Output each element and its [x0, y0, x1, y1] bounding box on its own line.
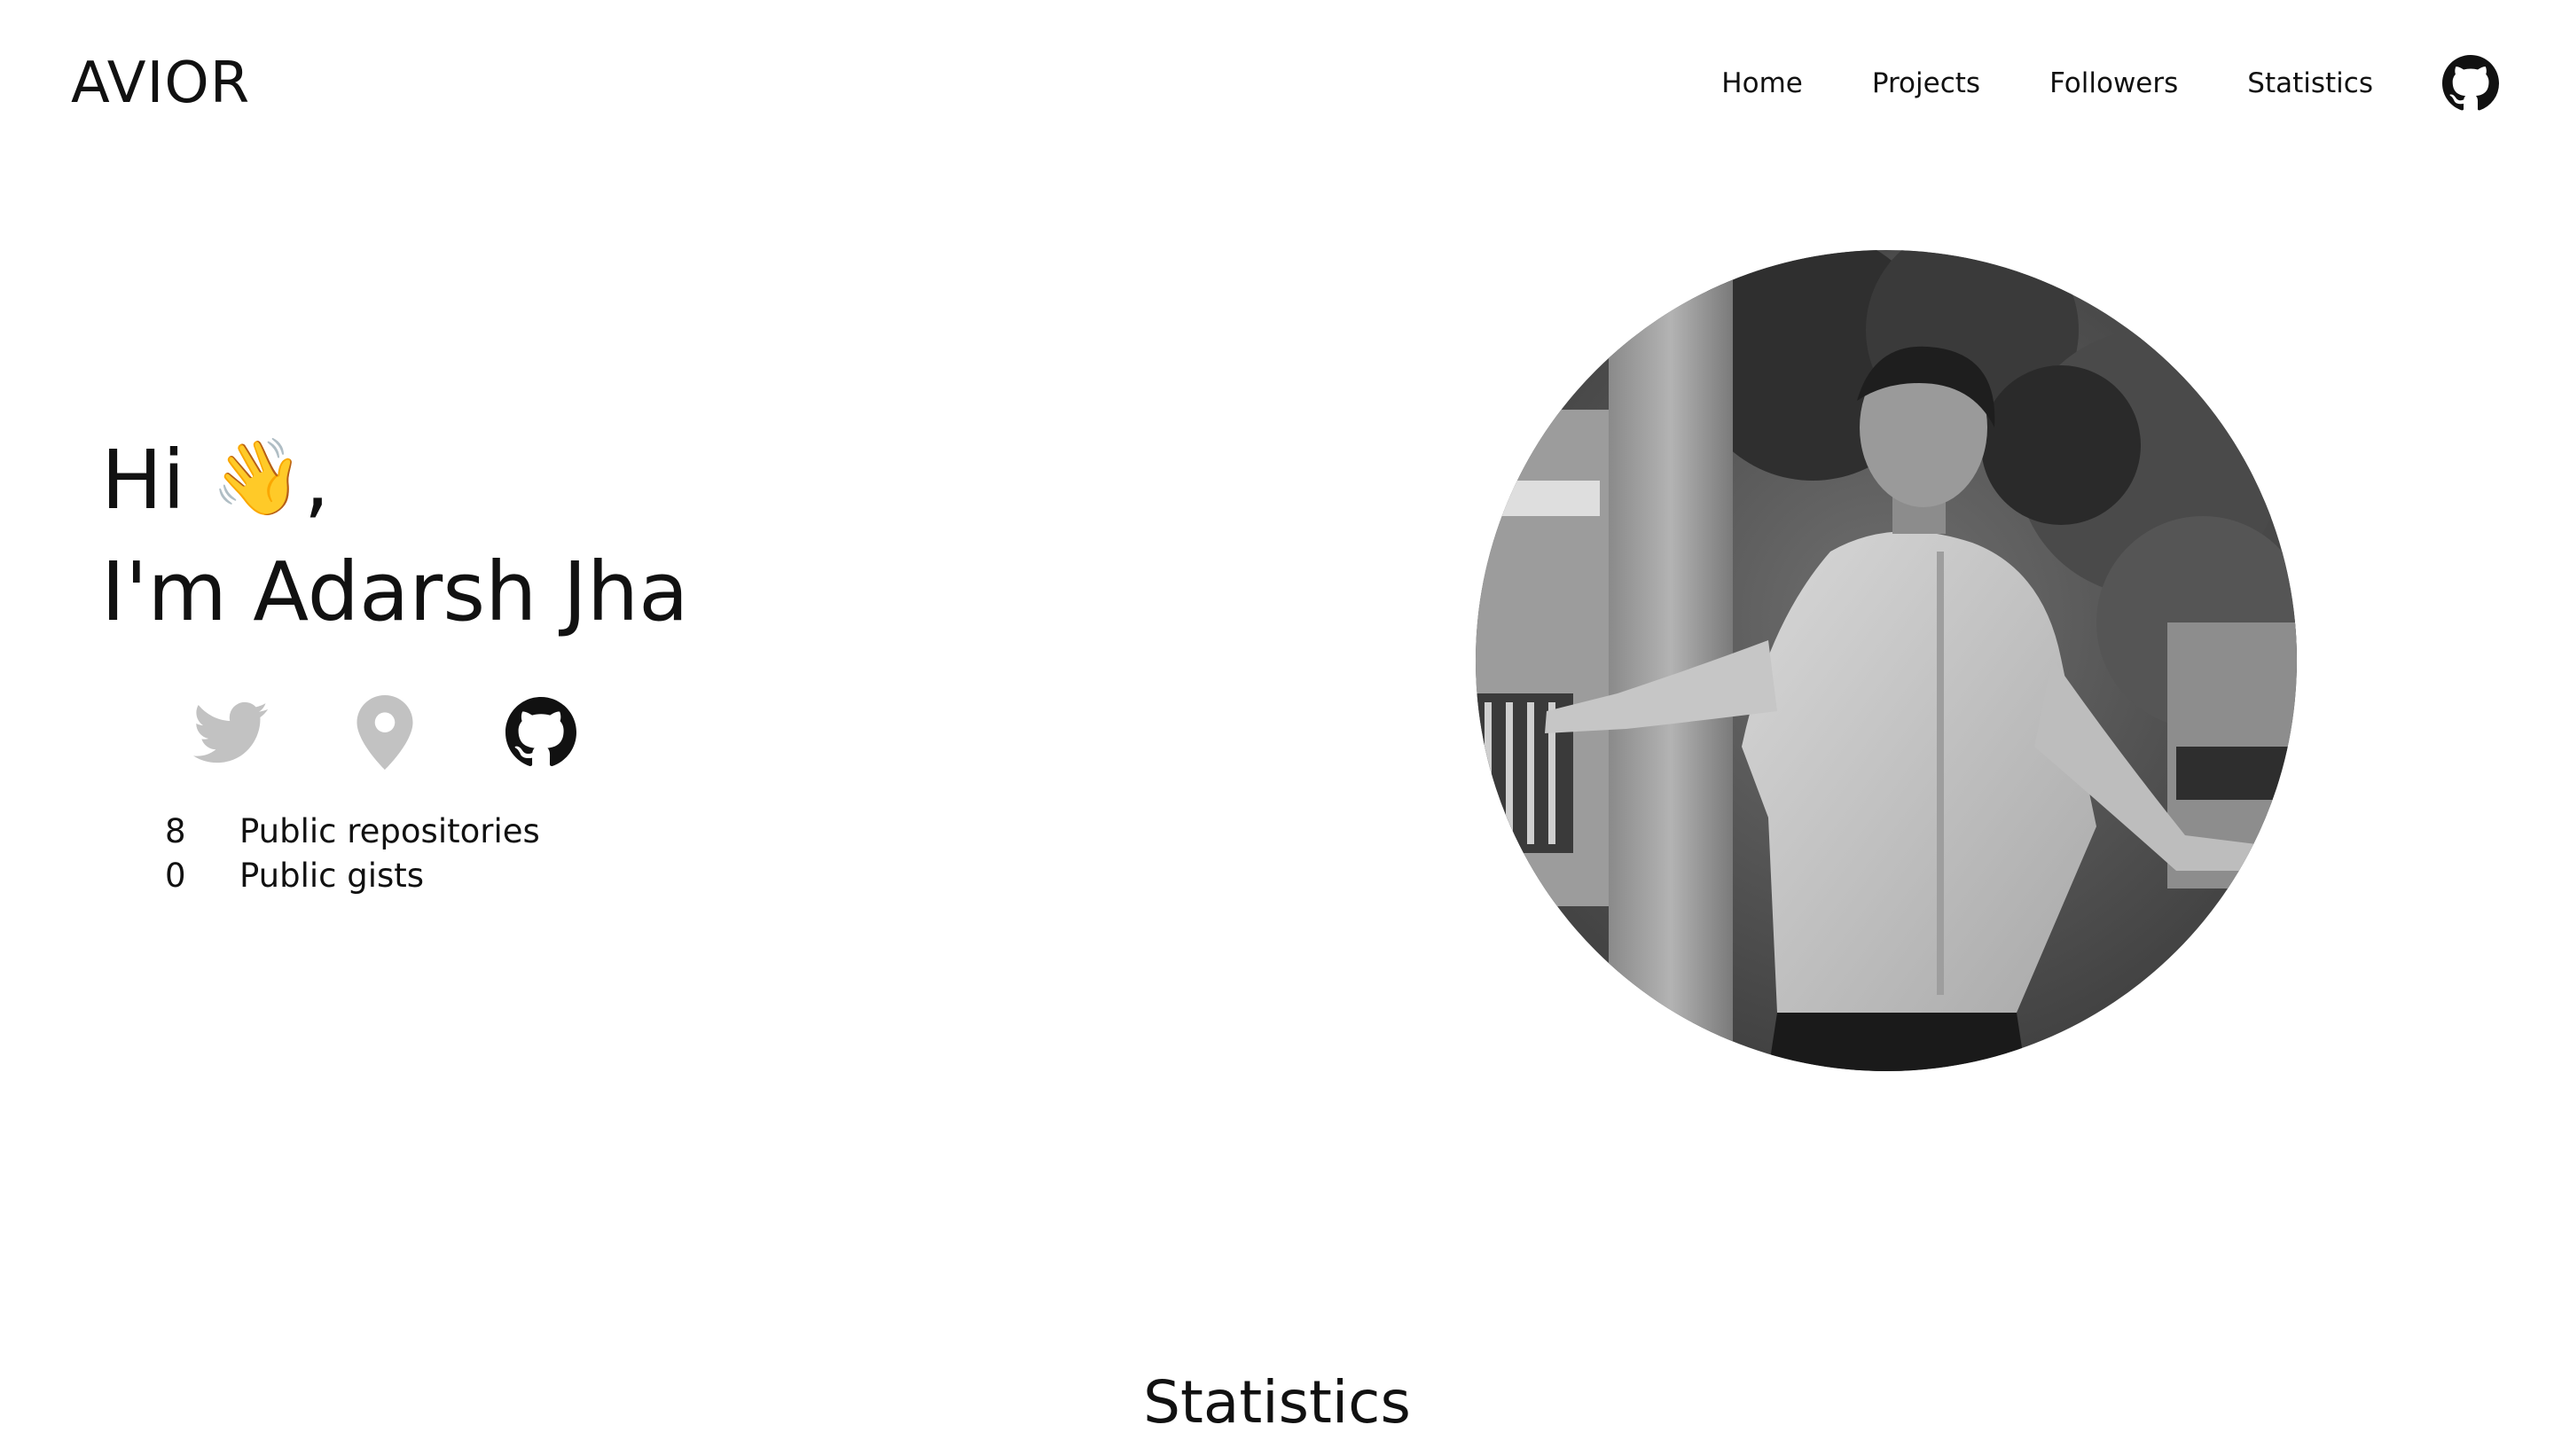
greeting-text: Hi — [101, 433, 185, 528]
social-links — [193, 695, 584, 770]
github-icon[interactable] — [2442, 55, 2499, 112]
top-nav: Home Projects Followers Statistics — [1721, 46, 2499, 121]
gists-label: Public gists — [239, 856, 425, 895]
stat-gists: 0 Public gists — [165, 853, 540, 897]
repos-label: Public repositories — [239, 811, 540, 850]
nav-projects[interactable]: Projects — [1872, 66, 1980, 101]
waving-hand-emoji: 👋 — [211, 434, 304, 521]
avatar-photo — [1476, 250, 2297, 1071]
statistics-heading: Statistics — [1143, 1368, 1411, 1436]
github-icon[interactable] — [505, 697, 576, 768]
gists-count: 0 — [165, 856, 186, 895]
profile-stats: 8 Public repositories 0 Public gists — [165, 809, 540, 897]
location-pin-icon[interactable] — [356, 695, 413, 770]
nav-followers[interactable]: Followers — [2049, 66, 2178, 101]
greeting-line: Hi 👋, — [101, 426, 330, 532]
nav-statistics[interactable]: Statistics — [2247, 66, 2373, 101]
intro-heading: I'm Adarsh Jha — [101, 544, 689, 639]
nav-home[interactable]: Home — [1721, 66, 1803, 101]
twitter-icon[interactable] — [193, 695, 268, 770]
stat-repositories: 8 Public repositories — [165, 809, 540, 853]
repos-count: 8 — [165, 811, 186, 850]
greeting-comma: , — [303, 433, 330, 528]
profile-avatar — [1476, 250, 2297, 1071]
site-logo[interactable]: AVIOR — [71, 48, 250, 119]
